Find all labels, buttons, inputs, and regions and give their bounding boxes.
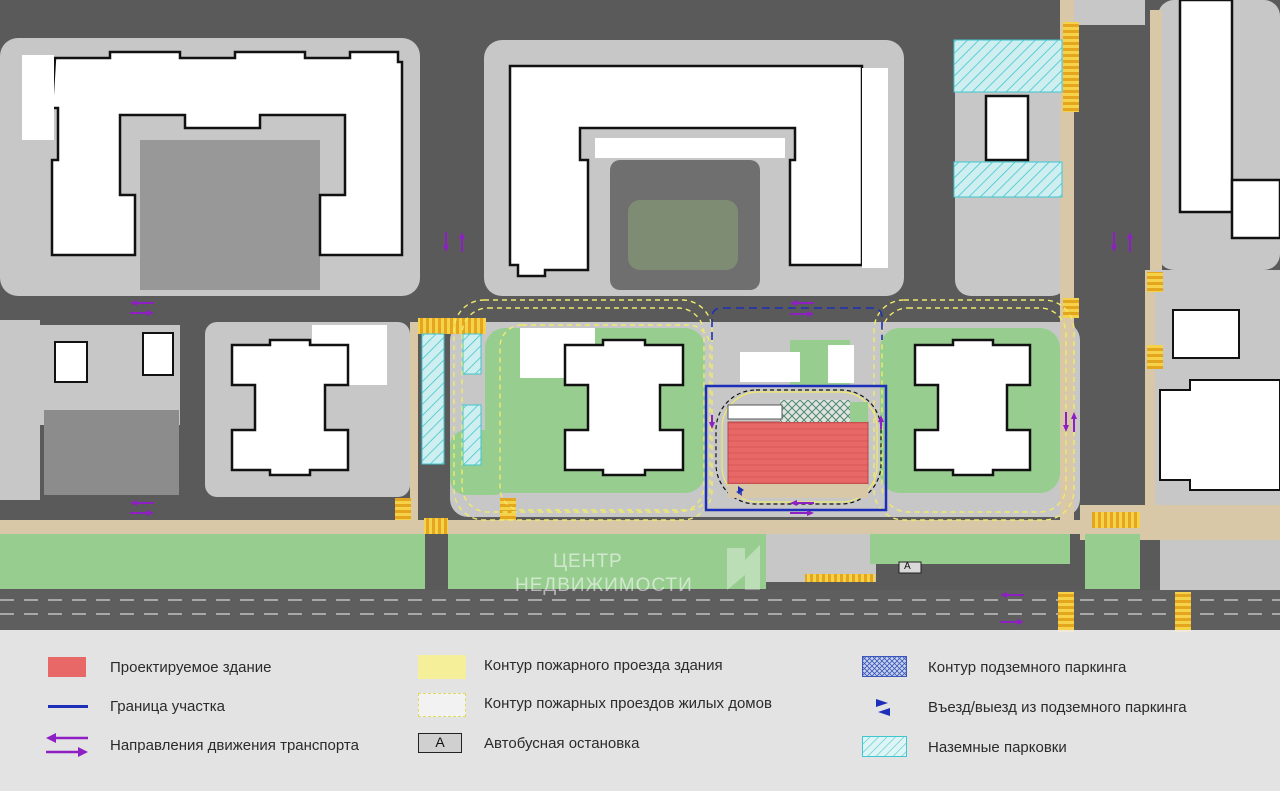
legend-label: Въезд/выезд из подземного паркинга [928, 698, 1187, 716]
blue-triangles-icon [862, 696, 908, 718]
legend-label: Автобусная остановка [484, 734, 640, 752]
purple-arrows-icon [44, 733, 90, 757]
yellow-fill-swatch-icon [418, 654, 466, 679]
legend-label: Граница участка [110, 697, 225, 715]
yellow-dashed-swatch-icon [418, 692, 466, 717]
watermark-line-1: ЦЕНТР [553, 551, 623, 572]
legend-label: Контур пожарных проездов жилых домов [484, 694, 772, 712]
legend-item-designed-building: Проектируемое здание [44, 656, 271, 678]
watermark-line-2: НЕДВИЖИМОСТИ [515, 575, 693, 596]
watermark: ЦЕНТР НЕДВИЖИМОСТИ [515, 550, 693, 598]
legend-item-ground-parking: Наземные парковки [862, 736, 1067, 758]
red-fill-swatch-icon [44, 656, 90, 678]
legend-item-traffic: Направления движения транспорта [44, 733, 359, 757]
cyan-hatch-swatch-icon [862, 736, 908, 758]
legend-label: Наземные парковки [928, 738, 1067, 756]
legend-item-parking-entrance: Въезд/выезд из подземного паркинга [862, 696, 1187, 718]
legend-label: Контур подземного паркинга [928, 658, 1127, 676]
map-legend: Проектируемое здание Граница участка Нап… [0, 630, 1280, 791]
legend-item-underground-parking: Контур подземного паркинга [862, 656, 1126, 678]
legend-label: Контур пожарного проезда здания [484, 656, 723, 674]
legend-item-bus-stop: A Автобусная остановка [418, 732, 639, 754]
legend-item-fire-residential: Контур пожарных проездов жилых домов [418, 692, 772, 717]
blue-line-icon [44, 695, 90, 717]
map-bus-stop-label: A [904, 561, 911, 572]
legend-item-site-boundary: Граница участка [44, 695, 225, 717]
bus-stop-box-icon: A [418, 732, 464, 754]
legend-item-fire-building: Контур пожарного проезда здания [418, 654, 723, 679]
legend-label: Проектируемое здание [110, 658, 272, 676]
blue-hatch-swatch-icon [862, 656, 908, 678]
legend-label: Направления движения транспорта [110, 736, 359, 754]
bus-stop-symbol: A [418, 733, 462, 753]
